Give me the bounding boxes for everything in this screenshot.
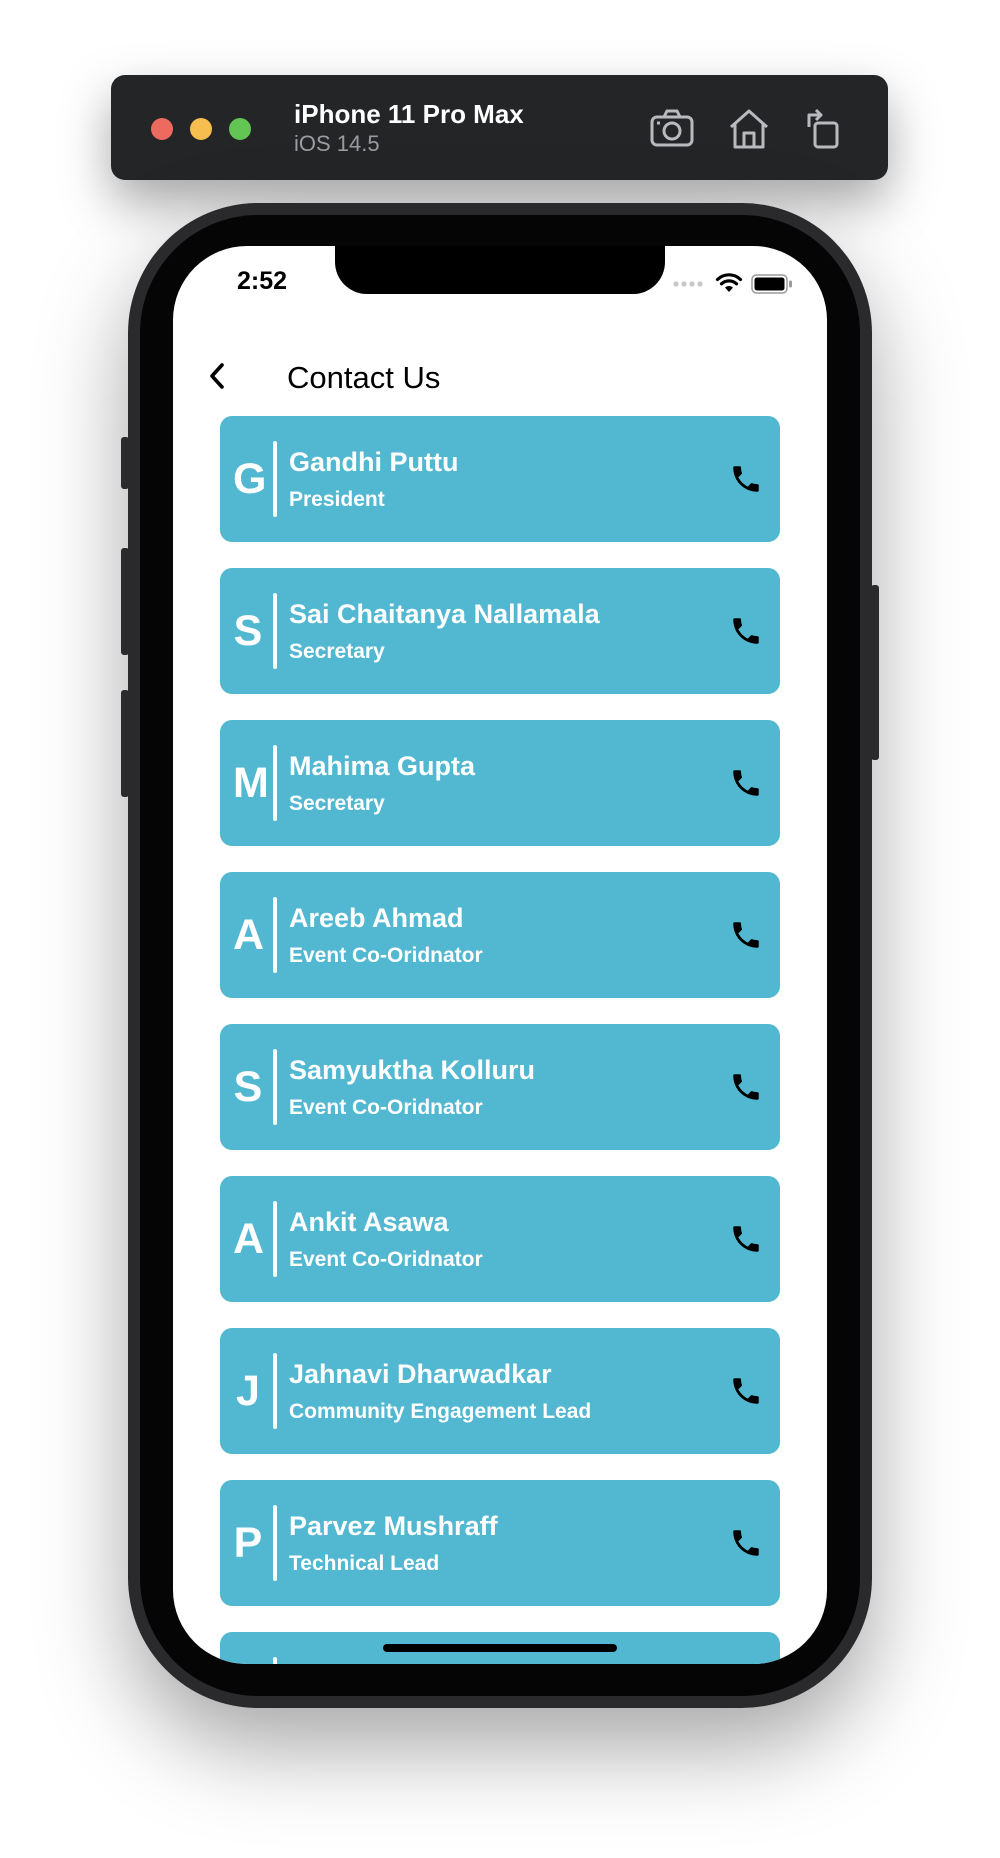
card-divider — [273, 1353, 277, 1429]
contact-initial: S — [233, 1062, 263, 1111]
contact-name: Gandhi Puttu — [289, 447, 459, 477]
contact-card[interactable]: G Gandhi Puttu President — [220, 416, 780, 542]
battery-icon — [751, 274, 792, 294]
chevron-left-icon — [210, 363, 224, 389]
contact-card[interactable]: J Jahnavi Dharwadkar Community Engagemen… — [220, 1328, 780, 1454]
call-button[interactable] — [724, 609, 768, 653]
card-divider — [273, 593, 277, 669]
contact-card[interactable]: P Parvez Mushraff Technical Lead — [220, 1480, 780, 1606]
status-icons — [673, 272, 797, 296]
contact-info: Ankit Asawa Event Co-Oridnator — [289, 1205, 724, 1273]
contact-card[interactable]: S Sai Chaitanya Nallamala Secretary — [220, 568, 780, 694]
call-button[interactable] — [724, 761, 768, 805]
card-divider — [273, 897, 277, 973]
card-divider — [273, 1657, 277, 1664]
device-name: iPhone 11 Pro Max — [294, 99, 524, 129]
screenshot-icon[interactable] — [648, 105, 696, 153]
notch — [335, 246, 665, 294]
card-divider — [273, 745, 277, 821]
back-button[interactable] — [197, 356, 237, 396]
contact-card[interactable]: M Mahima Gupta Secretary — [220, 720, 780, 846]
os-version: iOS 14.5 — [294, 131, 380, 156]
contact-info: Jahnavi Dharwadkar Community Engagement … — [289, 1357, 724, 1425]
contact-role: President — [289, 488, 385, 511]
contact-initial: A — [233, 910, 265, 959]
contact-initial: A — [233, 1214, 265, 1263]
phone-icon — [733, 1530, 759, 1556]
phone-icon — [733, 1074, 759, 1100]
contact-info: Areeb Ahmad Event Co-Oridnator — [289, 901, 724, 969]
zoom-window-button[interactable] — [229, 118, 251, 140]
volume-up-button — [121, 548, 129, 655]
contact-role: Secretary — [289, 792, 385, 815]
contact-role: Event Co-Oridnator — [289, 1096, 483, 1119]
contact-name: Ankit Asawa — [289, 1207, 449, 1237]
contact-list: G Gandhi Puttu President S Sai Chaitanya… — [220, 416, 780, 1664]
contact-card[interactable]: A Areeb Ahmad Event Co-Oridnator — [220, 872, 780, 998]
phone-icon — [733, 618, 759, 644]
volume-down-button — [121, 690, 129, 797]
signal-icon — [673, 281, 703, 287]
contact-card[interactable]: S Samyuktha Kolluru Event Co-Oridnator — [220, 1024, 780, 1150]
call-button[interactable] — [724, 913, 768, 957]
home-indicator[interactable] — [383, 1644, 617, 1652]
contact-info: Samyuktha Kolluru Event Co-Oridnator — [289, 1053, 724, 1121]
contact-card[interactable]: A Ankit Asawa Event Co-Oridnator — [220, 1176, 780, 1302]
contact-info: Sai Chaitanya Nallamala Secretary — [289, 597, 724, 665]
phone-icon — [733, 922, 759, 948]
contact-initial: S — [233, 606, 263, 655]
rotate-icon[interactable] — [801, 105, 849, 153]
card-divider — [273, 441, 277, 517]
call-button[interactable] — [724, 1065, 768, 1109]
phone-icon — [733, 466, 759, 492]
call-button[interactable] — [724, 457, 768, 501]
contact-name: Mahima Gupta — [289, 751, 476, 781]
phone-icon — [733, 1226, 759, 1252]
call-button[interactable] — [724, 1369, 768, 1413]
card-divider — [273, 1201, 277, 1277]
contact-role: Event Co-Oridnator — [289, 1248, 483, 1271]
contact-initial: P — [233, 1518, 263, 1567]
power-button — [871, 585, 879, 760]
contact-initial: J — [236, 1366, 260, 1415]
contact-role: Community Engagement Lead — [289, 1400, 592, 1423]
call-button[interactable] — [724, 1521, 768, 1565]
status-time: 2:52 — [237, 267, 288, 295]
contact-name: Jahnavi Dharwadkar — [289, 1359, 552, 1389]
contact-info: Mahima Gupta Secretary — [289, 749, 724, 817]
card-divider — [273, 1505, 277, 1581]
mute-switch — [121, 437, 129, 489]
app-screen: 2:52 Contact Us G Gandhi Puttu President… — [173, 246, 827, 1664]
wifi-icon — [715, 273, 743, 292]
contact-role: Event Co-Oridnator — [289, 944, 483, 967]
navigation-bar: Contact Us — [173, 336, 827, 416]
contact-name: Sai Chaitanya Nallamala — [289, 599, 600, 629]
call-button[interactable] — [724, 1217, 768, 1261]
home-icon[interactable] — [725, 105, 773, 153]
contact-info: Parvez Mushraff Technical Lead — [289, 1509, 724, 1577]
contact-name: Areeb Ahmad — [289, 903, 464, 933]
contact-name: Samyuktha Kolluru — [289, 1055, 536, 1085]
card-divider — [273, 1049, 277, 1125]
page-title: Contact Us — [287, 360, 441, 395]
contact-initial: M — [233, 758, 269, 807]
contact-info: Gandhi Puttu President — [289, 445, 724, 513]
contact-role: Technical Lead — [289, 1552, 440, 1575]
close-window-button[interactable] — [151, 118, 173, 140]
contact-name: Parvez Mushraff — [289, 1511, 498, 1541]
minimize-window-button[interactable] — [190, 118, 212, 140]
phone-icon — [733, 770, 759, 796]
simulator-toolbar: iPhone 11 Pro Max iOS 14.5 — [111, 75, 888, 180]
phone-icon — [733, 1378, 759, 1404]
contact-role: Secretary — [289, 640, 385, 663]
contact-initial: G — [233, 454, 267, 503]
